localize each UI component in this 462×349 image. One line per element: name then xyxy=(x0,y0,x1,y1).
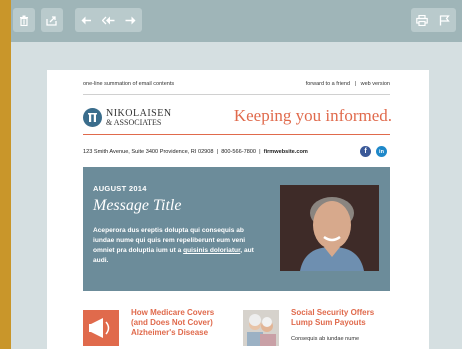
toolbar-group-delete xyxy=(13,8,35,32)
print-icon xyxy=(416,14,428,26)
reply-all-icon xyxy=(101,16,114,24)
toolbar-group-actions xyxy=(411,8,456,32)
linkedin-icon[interactable]: in xyxy=(376,146,387,157)
flag-icon xyxy=(439,14,450,25)
header-divider xyxy=(83,94,390,95)
website-link[interactable]: firmwebsite.com xyxy=(264,149,308,155)
toolbar-group-move xyxy=(41,8,63,32)
trash-icon xyxy=(20,15,28,26)
accent-divider xyxy=(83,134,390,135)
link-separator: | xyxy=(354,81,357,87)
article-thumbnail-megaphone[interactable] xyxy=(83,310,119,346)
hero-body-link[interactable]: quisinis doloriatur xyxy=(183,247,240,254)
article-title-2[interactable]: Social Security Offers Lump Sum Payouts xyxy=(291,308,391,328)
advisor-photo xyxy=(280,185,379,271)
move-button[interactable] xyxy=(41,8,63,32)
mail-viewer: one-line summation of email contents for… xyxy=(11,0,462,349)
firm-logo[interactable]: NIKOLAISEN & ASSOCIATES xyxy=(83,108,172,127)
web-version-link[interactable]: web version xyxy=(361,81,390,87)
logo-mark-icon xyxy=(83,108,102,127)
issue-date: AUGUST 2014 xyxy=(93,184,147,193)
email-body: one-line summation of email contents for… xyxy=(47,70,429,349)
article-thumbnail-couple[interactable] xyxy=(243,310,279,346)
forward-icon xyxy=(125,16,135,24)
flag-button[interactable] xyxy=(433,8,455,32)
article-title-1[interactable]: How Medicare Covers (and Does Not Cover)… xyxy=(131,308,221,338)
forward-button[interactable] xyxy=(119,8,141,32)
address-text: 123 Smith Avenue, Suite 3400 Providence,… xyxy=(83,149,214,155)
forward-to-friend-link[interactable]: forward to a friend xyxy=(306,81,350,87)
linkedin-glyph: in xyxy=(379,148,384,155)
logo-name-line2: & ASSOCIATES xyxy=(106,117,162,127)
hero-banner: AUGUST 2014 Message Title Aceperora dus … xyxy=(83,167,390,291)
article-excerpt-2: Consequis ab iundae nume xyxy=(291,336,360,342)
logo-wordmark: NIKOLAISEN & ASSOCIATES xyxy=(106,107,172,127)
print-button[interactable] xyxy=(411,8,433,32)
email-top-links: forward to a friend | web version xyxy=(306,81,390,87)
email-preheader-bar: one-line summation of email contents for… xyxy=(83,81,390,87)
hero-body-text: Aceperora dus ereptis dolupta qui conseq… xyxy=(93,226,263,266)
preheader-text: one-line summation of email contents xyxy=(83,81,175,87)
reply-all-button[interactable] xyxy=(97,8,119,32)
contact-line: 123 Smith Avenue, Suite 3400 Providence,… xyxy=(83,149,308,155)
logo-name-line1: NIKOLAISEN xyxy=(106,107,172,119)
facebook-icon[interactable]: f xyxy=(360,146,371,157)
mail-toolbar xyxy=(11,0,462,42)
phone-text: 800-566-7800 xyxy=(221,149,257,155)
reply-button[interactable] xyxy=(75,8,97,32)
reply-icon xyxy=(81,16,91,24)
toolbar-group-reply xyxy=(75,8,142,32)
facebook-glyph: f xyxy=(364,148,367,155)
message-title: Message Title xyxy=(93,197,182,214)
newsletter-tagline: Keeping you informed. xyxy=(233,106,392,125)
move-to-folder-icon xyxy=(46,15,57,26)
delete-button[interactable] xyxy=(13,8,35,32)
